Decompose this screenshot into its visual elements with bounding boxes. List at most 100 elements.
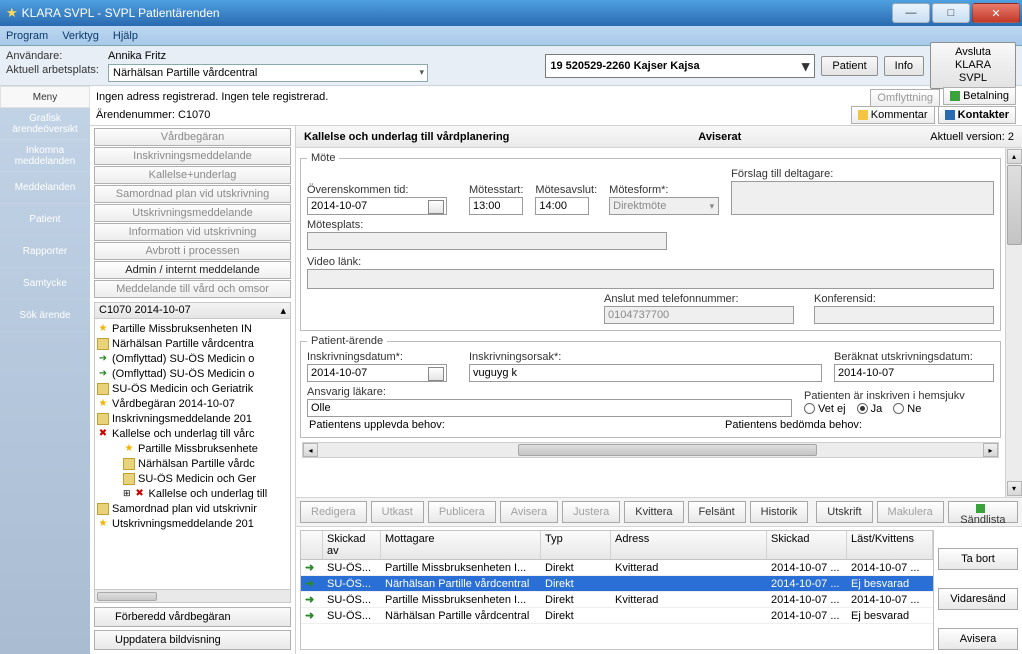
historik-button[interactable]: Historik: [750, 501, 809, 523]
felsant-button[interactable]: Felsänt: [688, 501, 746, 523]
case-step-button[interactable]: Admin / internt meddelande: [94, 261, 291, 279]
update-imaging-button[interactable]: Uppdatera bildvisning: [94, 630, 291, 650]
tree-node[interactable]: Samordnad plan vid utskrivnir: [95, 501, 290, 516]
send-avisera-button[interactable]: Avisera: [938, 628, 1018, 650]
nav-grafisk[interactable]: Grafisk ärendeöversikt: [0, 108, 90, 140]
case-step-button[interactable]: Avbrott i processen: [94, 242, 291, 260]
konf-input[interactable]: [814, 306, 994, 324]
redigera-button[interactable]: Redigera: [300, 501, 367, 523]
tree-node[interactable]: SU-ÖS Medicin och Ger: [95, 471, 290, 486]
case-step-button[interactable]: Kallelse+underlag: [94, 166, 291, 184]
send-grid[interactable]: Skickad av Mottagare Typ Adress Skickad …: [300, 530, 934, 650]
max-button[interactable]: □: [932, 3, 970, 23]
grid-row[interactable]: ➜ SU-ÖS...Partille Missbruksenheten I...…: [301, 592, 933, 608]
tabort-button[interactable]: Ta bort: [938, 548, 1018, 570]
tree-node[interactable]: Närhälsan Partille vårdcentra: [95, 336, 290, 351]
tel-input[interactable]: 0104737700: [604, 306, 794, 324]
justera-button[interactable]: Justera: [562, 501, 620, 523]
motesform-combo[interactable]: Direktmöte: [609, 197, 719, 215]
agreed-date-input[interactable]: 2014-10-07▾: [307, 197, 447, 215]
vidaresand-button[interactable]: Vidaresänd: [938, 588, 1018, 610]
nav-meddel[interactable]: Meddelanden: [0, 172, 90, 204]
case-step-button[interactable]: Samordnad plan vid utskrivning: [94, 185, 291, 203]
tree-node[interactable]: ✖Kallelse och underlag till vårc: [95, 426, 290, 441]
close-button[interactable]: ✕: [972, 3, 1020, 23]
form-hscroll[interactable]: ◂▸: [302, 442, 999, 458]
grid-row[interactable]: ➜ SU-ÖS...Närhälsan Partille vårdcentral…: [301, 576, 933, 592]
nav-sokarende[interactable]: Sök ärende: [0, 300, 90, 332]
tree-node[interactable]: ★Vårdbegäran 2014-10-07: [95, 396, 290, 411]
tel-label: Anslut med telefonnummer:: [604, 293, 794, 305]
radio-nej[interactable]: Ne: [893, 403, 921, 415]
nav-samtycke[interactable]: Samtycke: [0, 268, 90, 300]
sandlista-button[interactable]: Sändlista: [948, 501, 1018, 523]
betalning-button[interactable]: Betalning: [943, 87, 1016, 105]
radio-ja[interactable]: Ja: [857, 403, 883, 415]
orsak-input[interactable]: vuguyg k: [469, 364, 822, 382]
patient-id-combo[interactable]: 19 520529-2260 Kajser Kajsa: [545, 54, 815, 78]
utskrift-button[interactable]: Utskrift: [816, 501, 872, 523]
tree-node[interactable]: ➜(Omflyttad) SU-ÖS Medicin o: [95, 366, 290, 381]
berak-label: Beräknat utskrivningsdatum:: [834, 351, 994, 363]
motesplats-label: Mötesplats:: [307, 219, 667, 231]
end-time-input[interactable]: 14:00: [535, 197, 589, 215]
menu-hjalp[interactable]: Hjälp: [113, 30, 138, 42]
case-number: C1070: [178, 109, 210, 121]
radio-vetej[interactable]: Vet ej: [804, 403, 846, 415]
tree-node[interactable]: ➜(Omflyttad) SU-ÖS Medicin o: [95, 351, 290, 366]
ansvarig-input[interactable]: Olle: [307, 399, 792, 417]
deltagare-box[interactable]: [731, 181, 994, 215]
deltagare-label: Förslag till deltagare:: [731, 168, 994, 180]
menu-verktyg[interactable]: Verktyg: [62, 30, 99, 42]
patient-button[interactable]: Patient: [821, 56, 877, 76]
workplace-dropdown[interactable]: Närhälsan Partille vårdcentral: [108, 64, 428, 82]
kontakter-button[interactable]: Kontakter: [938, 106, 1016, 124]
case-tree[interactable]: ★Partille Missbruksenheten INNärhälsan P…: [94, 319, 291, 590]
makulera-button[interactable]: Makulera: [877, 501, 944, 523]
grid-row[interactable]: ➜ SU-ÖS...Partille Missbruksenheten I...…: [301, 560, 933, 576]
kvittera-button[interactable]: Kvittera: [624, 501, 683, 523]
menu-program[interactable]: Program: [6, 30, 48, 42]
tree-node[interactable]: ★Partille Missbruksenhete: [95, 441, 290, 456]
avisera-button[interactable]: Avisera: [500, 501, 558, 523]
nav-patient[interactable]: Patient: [0, 204, 90, 236]
tree-header[interactable]: C1070 2014-10-07▴: [94, 302, 291, 319]
info-button[interactable]: Info: [884, 56, 924, 76]
prepared-request-button[interactable]: Förberedd vårdbegäran: [94, 607, 291, 627]
case-step-button[interactable]: Meddelande till vård och omsor: [94, 280, 291, 298]
tree-hscroll[interactable]: [94, 590, 291, 603]
nav-inkomna[interactable]: Inkomna meddelanden: [0, 140, 90, 172]
case-step-button[interactable]: Inskrivningsmeddelande: [94, 147, 291, 165]
star-icon: ★: [123, 443, 135, 455]
case-step-button[interactable]: Vårdbegäran: [94, 128, 291, 146]
case-step-button[interactable]: Utskrivningsmeddelande: [94, 204, 291, 222]
publicera-button[interactable]: Publicera: [428, 501, 496, 523]
action-bar: Redigera Utkast Publicera Avisera Juster…: [296, 497, 1022, 527]
tree-node[interactable]: Inskrivningsmeddelande 201: [95, 411, 290, 426]
start-time-input[interactable]: 13:00: [469, 197, 523, 215]
kommentar-button[interactable]: Kommentar: [851, 106, 935, 124]
case-step-button[interactable]: Information vid utskrivning: [94, 223, 291, 241]
video-input[interactable]: [307, 269, 994, 289]
hemsjuk-label: Patienten är inskriven i hemsjukv: [804, 390, 994, 402]
berak-input[interactable]: 2014-10-07: [834, 364, 994, 382]
insk-label: Inskrivningsdatum*:: [307, 351, 457, 363]
user-value: Annika Fritz: [108, 50, 428, 62]
arrow-icon: ➜: [97, 353, 109, 365]
nav-meny[interactable]: Meny: [0, 86, 90, 108]
quit-button[interactable]: Avsluta KLARA SVPL: [930, 42, 1016, 89]
nav-rapporter[interactable]: Rapporter: [0, 236, 90, 268]
tree-node[interactable]: Närhälsan Partille vårdc: [95, 456, 290, 471]
omflyttning-button[interactable]: Omflyttning: [870, 89, 940, 107]
min-button[interactable]: —: [892, 3, 930, 23]
tree-node[interactable]: SU-ÖS Medicin och Geriatrik: [95, 381, 290, 396]
tree-node[interactable]: ★Utskrivningsmeddelande 201: [95, 516, 290, 531]
tree-node[interactable]: ★Partille Missbruksenheten IN: [95, 321, 290, 336]
utkast-button[interactable]: Utkast: [371, 501, 424, 523]
form-vscroll[interactable]: ▴▾: [1005, 148, 1022, 497]
grid-row[interactable]: ➜ SU-ÖS...Närhälsan Partille vårdcentral…: [301, 608, 933, 624]
workplace-label: Aktuell arbetsplats:: [6, 64, 106, 82]
insk-date-input[interactable]: 2014-10-07▾: [307, 364, 447, 382]
tree-node[interactable]: ⊞✖Kallelse och underlag till: [95, 486, 290, 501]
motesplats-input[interactable]: [307, 232, 667, 250]
